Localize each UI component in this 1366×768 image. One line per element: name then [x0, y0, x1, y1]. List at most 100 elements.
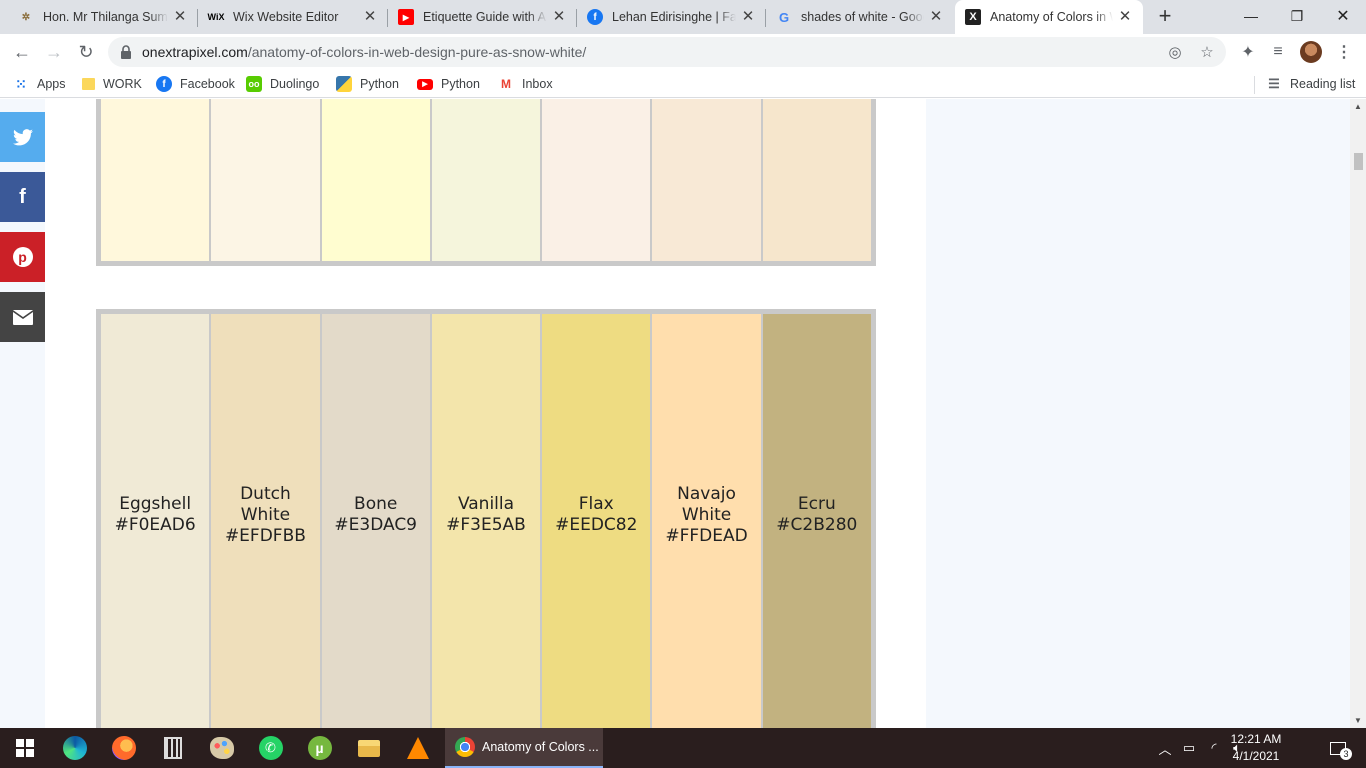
bookmarks-separator	[1254, 76, 1255, 94]
bookmark-inbox[interactable]: M Inbox	[498, 75, 553, 93]
share-pinterest-button[interactable]: p	[0, 232, 45, 282]
windows-taskbar: ✆ µ Anatomy of Colors ... ︿ ▭ ◜ 🔈︎ 12:21…	[0, 728, 1366, 768]
share-facebook-button[interactable]: f	[0, 172, 45, 222]
vlc-app[interactable]	[393, 728, 442, 768]
tab-0[interactable]: ✲ Hon. Mr Thilanga Sumathipala ✕	[0, 0, 198, 34]
reload-button[interactable]: ↻	[72, 38, 100, 66]
battery-icon[interactable]: ▭	[1180, 728, 1198, 768]
start-button[interactable]	[0, 728, 49, 768]
tab-2[interactable]: ▶ Etiquette Guide with Anna ✕	[380, 0, 577, 34]
window-close-button[interactable]: ✕	[1320, 0, 1366, 32]
bookmark-apps[interactable]: ⁙ Apps	[13, 75, 65, 93]
file-explorer-icon	[357, 739, 380, 757]
edge-app[interactable]	[50, 728, 99, 768]
bookmarks-bar: ⁙ Apps WORK f Facebook oo Duolingo Pytho…	[0, 70, 1366, 98]
share-twitter-button[interactable]	[0, 112, 45, 162]
system-clock[interactable]: 12:21 AM 4/1/2021	[1224, 731, 1288, 765]
youtube-icon: ▶	[398, 9, 414, 25]
swatch-name: Flax	[578, 494, 614, 514]
firefox-app[interactable]	[99, 728, 148, 768]
profile-avatar[interactable]	[1300, 41, 1322, 63]
swatch-hex: #EFDFBB	[224, 525, 306, 546]
web-page: f p Eggshell #F0EAD6 Dutch White #EFDFBB B…	[0, 99, 1350, 728]
tray-overflow-chevron[interactable]: ︿	[1156, 728, 1174, 768]
reading-list-button[interactable]: ☰ Reading list	[1266, 75, 1355, 93]
tab-1[interactable]: WiX Wix Website Editor ✕	[190, 0, 388, 34]
tab-3[interactable]: f Lehan Edirisinghe | Facebook ✕	[569, 0, 766, 34]
duolingo-icon: oo	[246, 76, 262, 92]
tab-title: Hon. Mr Thilanga Sumathipala	[43, 10, 168, 24]
tab-title: Etiquette Guide with Anna	[423, 10, 547, 24]
color-swatch	[762, 99, 871, 261]
swatch-name: Ecru	[797, 494, 836, 514]
eye-off-icon[interactable]: ◎	[1166, 43, 1184, 61]
close-icon[interactable]: ✕	[1117, 9, 1133, 25]
url-host: onextrapixel.com	[142, 44, 248, 60]
notification-center-button[interactable]: 3	[1318, 728, 1358, 768]
restore-button[interactable]: ❐	[1274, 0, 1320, 32]
color-swatch-flax: Flax #EEDC82	[542, 314, 651, 728]
star-icon[interactable]: ☆	[1198, 43, 1216, 61]
color-swatch-vanilla: Vanilla #F3E5AB	[431, 314, 541, 728]
wix-icon: WiX	[207, 12, 225, 22]
paint-app[interactable]	[197, 728, 246, 768]
color-swatch	[652, 99, 761, 261]
color-swatch-eggshell: Eggshell #F0EAD6	[101, 314, 210, 728]
bookmark-python[interactable]: Python	[336, 75, 399, 93]
utorrent-icon: µ	[307, 736, 332, 760]
utorrent-app[interactable]: µ	[295, 728, 344, 768]
close-icon[interactable]: ✕	[362, 9, 378, 25]
scroll-up-arrow[interactable]: ▲	[1353, 102, 1363, 111]
bookmark-work[interactable]: WORK	[82, 75, 142, 93]
youtube-icon: ▶	[417, 78, 433, 90]
bookmark-label: Python	[441, 77, 480, 91]
color-swatch	[321, 99, 430, 261]
tab-title: Lehan Edirisinghe | Facebook	[612, 10, 736, 24]
facebook-icon: f	[156, 76, 172, 92]
facebook-icon: f	[19, 185, 26, 208]
close-icon[interactable]: ✕	[172, 9, 188, 25]
bookmark-label: Inbox	[522, 77, 553, 91]
minimize-button[interactable]: —	[1228, 0, 1274, 32]
menu-kebab-icon[interactable]: ⋮	[1334, 42, 1354, 62]
swatch-name: Bone	[354, 494, 398, 514]
bookmark-facebook[interactable]: f Facebook	[156, 75, 235, 93]
page-scrollbar[interactable]: ▲ ▼	[1350, 99, 1366, 728]
wifi-icon[interactable]: ◜	[1204, 728, 1224, 768]
extensions-icon[interactable]: ✦	[1238, 42, 1258, 62]
bookmark-python-youtube[interactable]: ▶ Python	[417, 75, 480, 93]
tab-title: Wix Website Editor	[233, 10, 339, 24]
bookmark-label: Facebook	[180, 77, 235, 91]
color-swatch-ecru: Ecru #C2B280	[762, 314, 871, 728]
tab-title: Anatomy of Colors in Web Design	[990, 10, 1113, 24]
tab-4[interactable]: G shades of white - Google Search ✕	[758, 0, 954, 34]
close-icon[interactable]: ✕	[928, 9, 944, 25]
swatch-name: Dutch White	[240, 483, 291, 525]
file-explorer-app[interactable]	[344, 728, 393, 768]
close-icon[interactable]: ✕	[551, 9, 567, 25]
whatsapp-app[interactable]: ✆	[246, 728, 295, 768]
tab-5-active[interactable]: X Anatomy of Colors in Web Design ✕	[955, 0, 1143, 34]
chrome-taskbar-window[interactable]: Anatomy of Colors ...	[445, 728, 603, 768]
url-text[interactable]: onextrapixel.com/anatomy-of-colors-in-we…	[142, 44, 586, 60]
swatch-name: Vanilla	[457, 494, 515, 514]
swatch-hex: #F3E5AB	[446, 515, 526, 535]
media-control-icon[interactable]: ≡	[1268, 42, 1288, 62]
calculator-app[interactable]	[148, 728, 197, 768]
swatch-hex: #FFDEAD	[665, 525, 748, 546]
scrollbar-thumb[interactable]	[1354, 153, 1363, 170]
address-bar[interactable]: onextrapixel.com/anatomy-of-colors-in-we…	[108, 37, 1226, 67]
bookmark-duolingo[interactable]: oo Duolingo	[246, 75, 319, 93]
facebook-icon: f	[587, 9, 603, 25]
url-path: /anatomy-of-colors-in-web-design-pure-as…	[247, 44, 587, 60]
swatch-name: Navajo White	[677, 483, 736, 525]
gmail-icon: M	[501, 77, 511, 91]
back-button[interactable]: ←	[8, 38, 36, 66]
chrome-icon	[455, 737, 475, 757]
swatch-name: Eggshell	[119, 494, 192, 514]
close-icon[interactable]: ✕	[740, 9, 756, 25]
new-tab-button[interactable]: +	[1152, 5, 1178, 29]
forward-button[interactable]: →	[40, 38, 68, 66]
share-email-button[interactable]	[0, 292, 45, 342]
scroll-down-arrow[interactable]: ▼	[1353, 716, 1363, 725]
